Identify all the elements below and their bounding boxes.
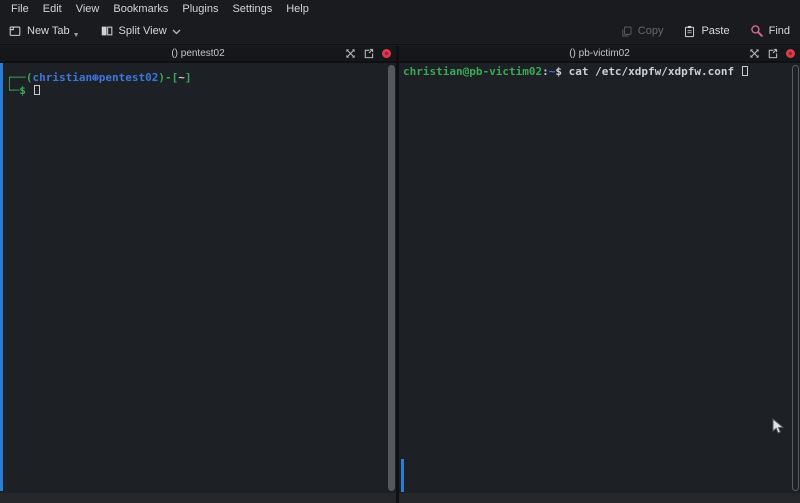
terminal-output: christian@pb-victim02:~$ cat /etc/xdpfw/… — [399, 63, 800, 78]
copy-button[interactable]: Copy — [620, 25, 664, 38]
focused-view-indicator — [0, 63, 3, 491]
maximize-view-icon[interactable] — [749, 48, 760, 59]
menu-bar: File Edit View Bookmarks Plugins Setting… — [0, 0, 800, 18]
split-view-icon — [100, 24, 114, 38]
copy-icon — [620, 25, 633, 38]
new-tab-button[interactable]: New Tab ▼ — [8, 24, 82, 38]
menu-plugins[interactable]: Plugins — [175, 0, 225, 18]
detach-view-icon[interactable] — [363, 48, 374, 59]
close-icon — [382, 49, 391, 58]
scrollbar-left-pane[interactable] — [388, 65, 395, 491]
copy-label: Copy — [638, 25, 664, 37]
paste-button[interactable]: Paste — [683, 25, 729, 38]
new-tab-label: New Tab — [27, 25, 70, 37]
terminal-line: └─$ — [6, 84, 396, 97]
menu-view[interactable]: View — [69, 0, 107, 18]
pane-header-pentest02[interactable]: () pentest02 — [0, 46, 396, 62]
find-button[interactable]: Find — [750, 24, 790, 38]
find-icon — [750, 24, 764, 38]
split-view-button[interactable]: Split View — [100, 24, 181, 38]
menu-file[interactable]: File — [4, 0, 36, 18]
terminal-cursor — [742, 66, 748, 76]
new-tab-dropdown-caret[interactable]: ▼ — [73, 32, 80, 39]
paste-label: Paste — [701, 25, 729, 37]
toolbar: New Tab ▼ Split View — [0, 18, 800, 45]
menu-bookmarks[interactable]: Bookmarks — [106, 0, 175, 18]
close-view-button[interactable] — [785, 48, 796, 59]
find-label: Find — [769, 25, 790, 37]
konsole-window: { "menu": ["File", "Edit", "View", "Book… — [0, 0, 800, 503]
terminal-line: christian@pb-victim02:~$ cat /etc/xdpfw/… — [403, 65, 800, 78]
menu-edit[interactable]: Edit — [36, 0, 69, 18]
terminal-splits: () pentest02 — [0, 46, 800, 503]
close-view-button[interactable] — [381, 48, 392, 59]
scrollbar-right-pane[interactable] — [792, 65, 799, 491]
activity-indicator — [401, 459, 404, 492]
terminal-line: ┌──(christian⊛pentest02)-[~] — [6, 71, 396, 84]
terminal-output: ┌──(christian⊛pentest02)-[~]└─$ — [0, 63, 396, 97]
terminal-pane-pb-victim02: () pb-victim02 — [399, 46, 800, 503]
terminal-pane-pentest02: () pentest02 — [0, 46, 396, 503]
pane-header-pb-victim02[interactable]: () pb-victim02 — [399, 46, 800, 62]
menu-settings[interactable]: Settings — [225, 0, 279, 18]
split-view-label: Split View — [119, 25, 167, 37]
split-view-chevron-down-icon — [172, 28, 181, 35]
menu-help[interactable]: Help — [279, 0, 316, 18]
terminal-screen-pb-victim02[interactable]: christian@pb-victim02:~$ cat /etc/xdpfw/… — [399, 63, 800, 493]
close-icon — [786, 49, 795, 58]
pane-title: () pentest02 — [171, 48, 224, 59]
terminal-cursor — [34, 85, 40, 95]
new-tab-icon — [8, 24, 22, 38]
terminal-screen-pentest02[interactable]: ┌──(christian⊛pentest02)-[~]└─$ — [0, 63, 396, 493]
maximize-view-icon[interactable] — [345, 48, 356, 59]
pane-title: () pb-victim02 — [569, 48, 630, 59]
paste-icon — [683, 25, 696, 38]
detach-view-icon[interactable] — [767, 48, 778, 59]
